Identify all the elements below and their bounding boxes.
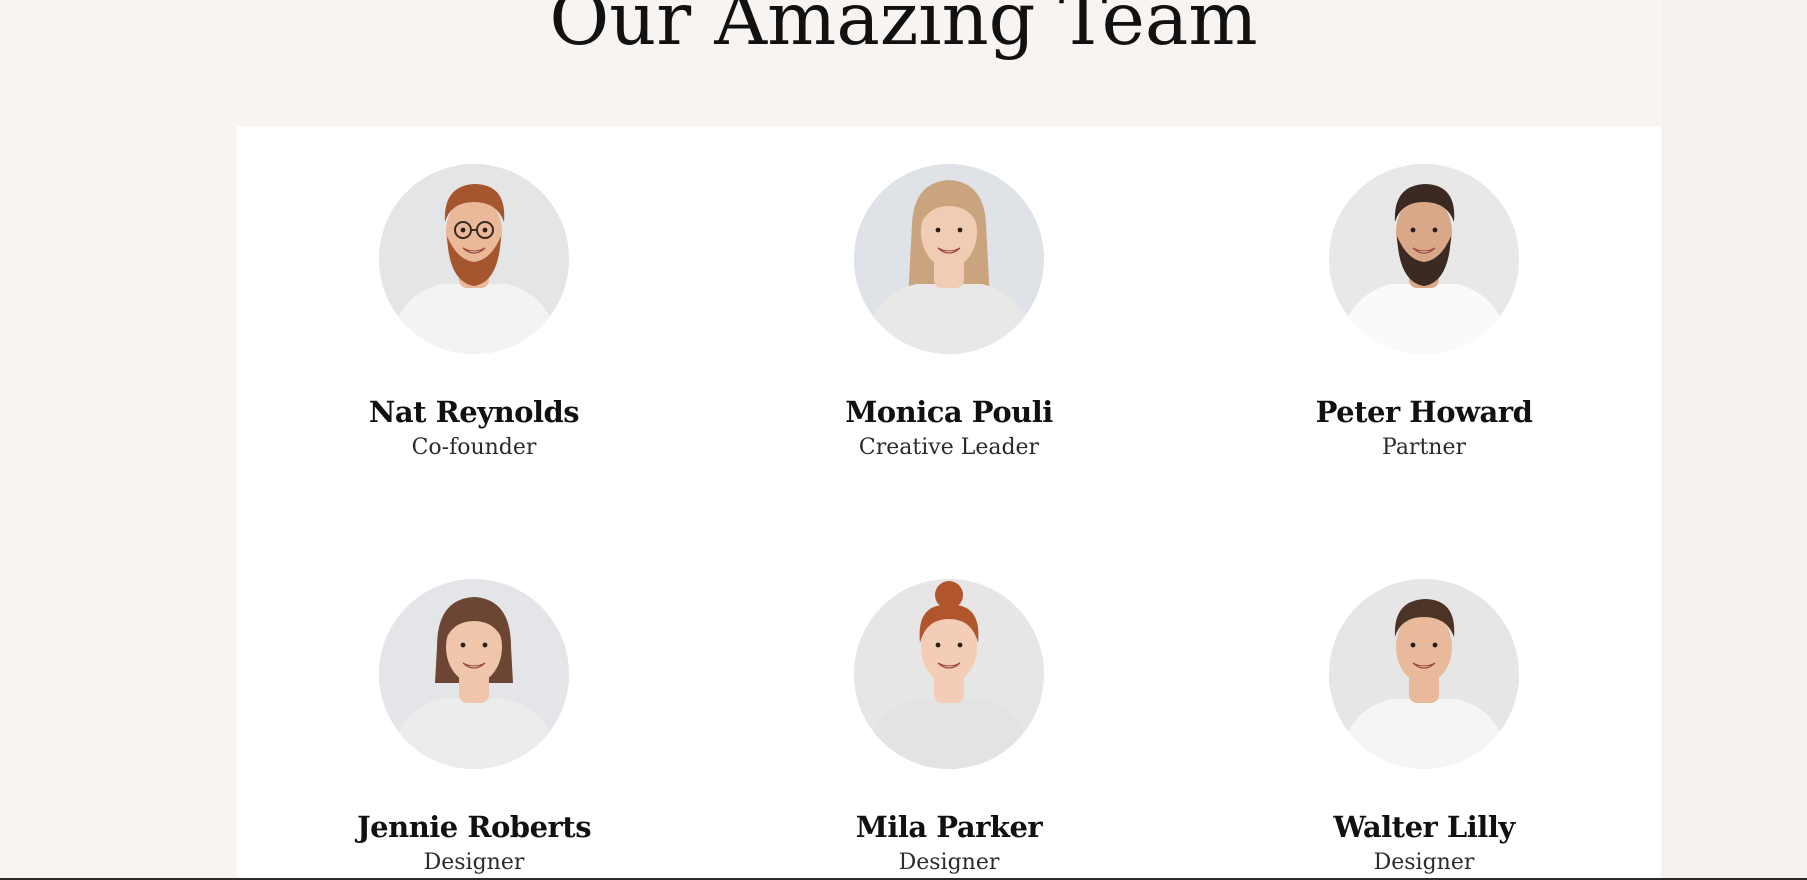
page-margin-strip (1662, 0, 1807, 880)
team-member-card[interactable]: Jennie Roberts Designer (284, 579, 664, 879)
member-role: Partner (1382, 435, 1466, 460)
portrait-photo (1329, 579, 1519, 769)
team-member-card[interactable]: Monica Pouli Creative Leader (759, 164, 1139, 464)
avatar (1329, 164, 1519, 354)
team-member-card[interactable]: Nat Reynolds Co-founder (284, 164, 664, 464)
member-role: Creative Leader (858, 435, 1040, 460)
team-member-card[interactable]: Walter Lilly Designer (1234, 579, 1614, 879)
portrait-photo (1329, 164, 1519, 354)
member-name: Mila Parker (855, 810, 1043, 844)
team-member-card[interactable]: Mila Parker Designer (759, 579, 1139, 879)
member-role: Designer (423, 850, 525, 875)
avatar (379, 164, 569, 354)
portrait-photo (379, 579, 569, 769)
portrait-photo (379, 164, 569, 354)
avatar (854, 164, 1044, 354)
member-role: Co-founder (411, 435, 537, 460)
member-name: Walter Lilly (1333, 810, 1515, 844)
member-name: Nat Reynolds (368, 395, 580, 429)
avatar (854, 579, 1044, 769)
section-title: Our Amazing Team (549, 0, 1258, 62)
member-name: Peter Howard (1315, 395, 1533, 429)
team-member-card[interactable]: Peter Howard Partner (1234, 164, 1614, 464)
member-name: Monica Pouli (845, 395, 1053, 429)
portrait-photo (854, 579, 1044, 769)
member-role: Designer (1373, 850, 1475, 875)
member-role: Designer (898, 850, 1000, 875)
member-name: Jennie Roberts (356, 810, 592, 844)
avatar (1329, 579, 1519, 769)
portrait-photo (854, 164, 1044, 354)
avatar (379, 579, 569, 769)
